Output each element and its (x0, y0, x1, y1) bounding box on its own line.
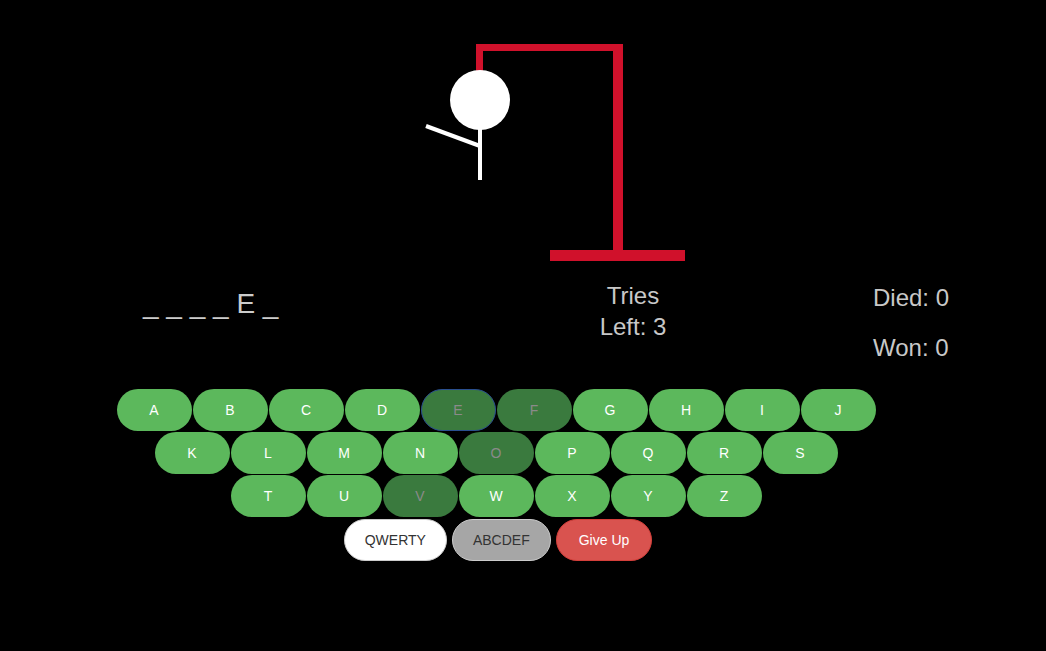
letter-key[interactable]: W (459, 475, 534, 517)
letter-key[interactable]: T (231, 475, 306, 517)
keyboard-row: TUVWXYZ (231, 475, 762, 517)
tries-left: Tries Left: 3 (563, 280, 703, 384)
letter-key[interactable]: F (497, 389, 572, 431)
letter-key[interactable]: C (269, 389, 344, 431)
letter-key[interactable]: O (459, 432, 534, 474)
info-row: _ _ _ _ E _Tries Left: 3 Died: 0 Won: 0 (0, 280, 1046, 384)
letter-key[interactable]: M (307, 432, 382, 474)
letter-key[interactable]: U (307, 475, 382, 517)
letter-key[interactable]: J (801, 389, 876, 431)
letter-key[interactable]: R (687, 432, 762, 474)
letter-key[interactable]: D (345, 389, 420, 431)
letter-key[interactable]: H (649, 389, 724, 431)
body (478, 128, 482, 180)
letter-key[interactable]: A (117, 389, 192, 431)
stats: Died: 0 Won: 0 (873, 280, 949, 384)
letter-key[interactable]: Q (611, 432, 686, 474)
keyboard-row: KLMNOPQRS (155, 432, 838, 474)
layout-button[interactable]: QWERTY (344, 519, 447, 561)
letter-key[interactable]: Z (687, 475, 762, 517)
stat: Died: 0 (873, 280, 949, 316)
stat: Won: 0 (873, 330, 949, 366)
letter-key[interactable]: B (193, 389, 268, 431)
left-arm (426, 126, 480, 146)
letter-key[interactable]: S (763, 432, 838, 474)
letter-key[interactable]: X (535, 475, 610, 517)
word: _ _ _ _ E _ (143, 280, 563, 384)
controls-row: QWERTYABCDEFGive Up (340, 519, 653, 561)
gallows-drawing (0, 0, 1046, 280)
letter-key[interactable]: Y (611, 475, 686, 517)
keyboard: ABCDEFGHIJKLMNOPQRSTUVWXYZQWERTYABCDEFGi… (0, 389, 992, 561)
letter-key[interactable]: G (573, 389, 648, 431)
letter-key[interactable]: V (383, 475, 458, 517)
letter-key[interactable]: N (383, 432, 458, 474)
gallows (476, 44, 685, 261)
letter-key[interactable]: I (725, 389, 800, 431)
letter-key[interactable]: L (231, 432, 306, 474)
letter-key[interactable]: P (535, 432, 610, 474)
give-up-button[interactable]: Give Up (556, 519, 653, 561)
keyboard-row: ABCDEFGHIJ (117, 389, 876, 431)
layout-button[interactable]: ABCDEF (452, 519, 551, 561)
letter-key[interactable]: E (421, 389, 496, 431)
head (450, 70, 510, 130)
hangman-page: _ _ _ _ E _Tries Left: 3 Died: 0 Won: 0 ABC… (0, 0, 1046, 651)
letter-key[interactable]: K (155, 432, 230, 474)
